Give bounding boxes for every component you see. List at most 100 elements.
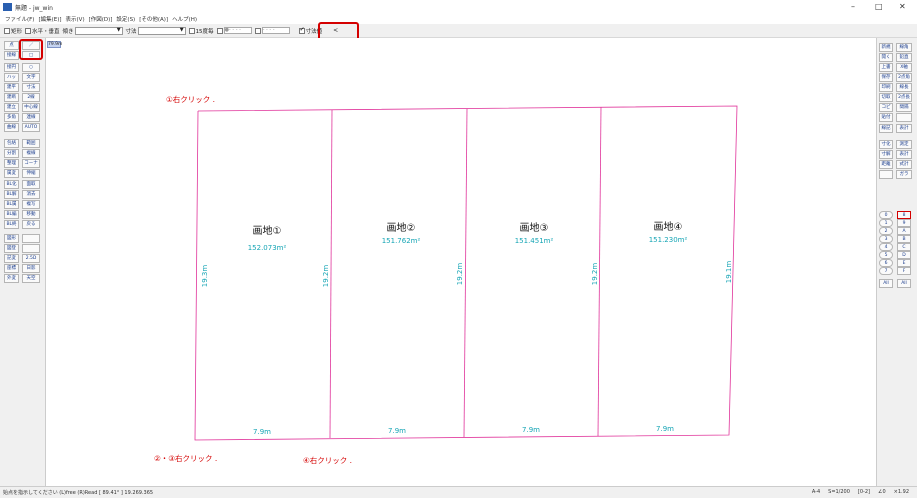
left-tool-6-a[interactable]: 建立 [4,103,19,112]
right-tool-8-a[interactable]: 線記 [879,124,893,133]
rect-checkbox[interactable] [4,27,10,34]
right-tool-12-a[interactable] [879,170,893,179]
left-tool-16-b[interactable]: 移動 [22,210,40,219]
left-tool-13-b[interactable]: 面取 [22,180,40,189]
right-tool-2-a[interactable]: 上書 [879,63,893,72]
layer-5[interactable]: D [897,251,911,259]
tilt-combo[interactable] [74,26,123,35]
right-tool-11-a[interactable]: 距離 [879,160,893,169]
left-tool-19-a[interactable]: 図登 [4,244,19,253]
left-tool-6-b[interactable]: 中心線 [22,103,40,112]
layer-group-0[interactable]: 0 [879,211,893,219]
layer-3[interactable]: B [897,235,911,243]
left-tool-2-a[interactable]: 接円 [4,63,19,72]
right-tool-2-b[interactable]: X軸 [896,63,912,72]
menu-view[interactable]: 表示(V) [66,15,85,23]
left-tool-1-a[interactable]: 接線 [4,51,19,60]
layer-group-5[interactable]: 5 [879,251,893,259]
line-style-checkbox[interactable] [216,27,223,34]
left-tool-3-a[interactable]: ハッチ [4,73,19,82]
drawing-canvas[interactable]: 79.9m 画地① 画地② 画地③ 画地④ 152.073m² 151.762m… [47,38,876,486]
left-tool-12-a[interactable]: 属変 [4,169,19,178]
left-tool-5-a[interactable]: 建断 [4,93,19,102]
minimize-icon[interactable]: – [851,2,855,11]
right-tool-6-b[interactable]: 間隔 [896,103,912,112]
menu-draw[interactable]: [作図(D)] [89,15,113,23]
right-tool-7-a[interactable]: 貼付 [879,113,893,122]
line-style2-checkbox[interactable] [254,27,261,34]
angle15-option[interactable]: 15度毎 [188,27,214,35]
status-zoom[interactable]: ×1.92 [894,489,909,495]
left-tool-3-b[interactable]: 文字 [22,73,40,82]
left-tool-9-a[interactable]: 包絡 [4,139,19,148]
close-icon[interactable]: ✕ [899,2,906,11]
right-tool-7-b[interactable] [896,113,912,122]
left-tool-13-a[interactable]: BL化 [4,180,19,189]
left-tool-7-a[interactable]: 多角 [4,113,19,122]
left-tool-22-a[interactable]: 外変 [4,274,19,283]
left-tool-17-b[interactable]: 戻る [22,220,40,229]
left-tool-10-a[interactable]: 分割 [4,149,19,158]
layer-group-3[interactable]: 3 [879,235,893,243]
menu-edit[interactable]: [編集(E)] [38,15,61,23]
left-tool-10-b[interactable]: 複線 [22,149,40,158]
left-tool-18-a[interactable]: 図形 [4,234,19,243]
right-tool-3-a[interactable]: 保存 [879,73,893,82]
left-tool-21-b[interactable]: 日影 [22,264,40,273]
left-tool-2-b[interactable]: ○ [22,63,40,72]
right-tool-10-a[interactable]: 寸解 [879,150,893,159]
menu-other[interactable]: [その他(A)] [139,15,168,23]
angle15-checkbox[interactable] [188,27,195,34]
left-tool-11-b[interactable]: コーナー [22,159,40,168]
right-tool-11-b[interactable]: 式計 [896,160,912,169]
right-tool-5-a[interactable]: 切取 [879,93,893,102]
layer-0[interactable]: 8 [897,211,911,219]
right-tool-1-b[interactable]: 鉛直 [896,53,912,62]
line-style2-preview[interactable]: - - - - [261,27,290,34]
dim-combo[interactable] [137,26,186,35]
left-tool-15-a[interactable]: BL属 [4,200,19,209]
left-tool-9-b[interactable]: 範囲 [22,139,40,148]
left-tool-20-b[interactable]: 2.5D [22,254,40,263]
menu-file[interactable]: ファイル(F) [5,15,34,23]
right-tool-4-a[interactable]: 印刷 [879,83,893,92]
hv-checkbox[interactable] [25,27,32,34]
right-tool-1-a[interactable]: 開く [879,53,893,62]
status-layer[interactable]: [0-2] [858,489,870,495]
left-tool-5-b[interactable]: 2線 [22,93,40,102]
line-style2-option[interactable]: - - - - [254,27,290,34]
right-tool-0-a[interactable]: 新規 [879,43,893,52]
right-tool-3-b[interactable]: 2点角 [896,73,912,82]
left-tool-21-a[interactable]: 座標 [4,264,19,273]
line-style-preview[interactable]: ●- - - - [223,27,252,34]
menu-help[interactable]: ヘルプ(H) [172,15,197,23]
layer-all-button[interactable]: All [897,279,911,288]
left-tool-4-a[interactable]: 建平 [4,83,19,92]
right-tool-10-b[interactable]: 表計 [896,150,912,159]
right-tool-5-b[interactable]: 2点長 [896,93,912,102]
hv-option[interactable]: 水平・垂直 [25,27,60,35]
left-tool-4-b[interactable]: 寸法 [22,83,40,92]
left-tool-15-b[interactable]: 複写 [22,200,40,209]
dim-value-checkbox[interactable] [298,26,305,34]
status-angle[interactable]: ∠0 [878,489,886,495]
left-tool-20-a[interactable]: 記変 [4,254,19,263]
left-tool-18-b[interactable] [22,234,40,243]
layer-group-2[interactable]: 2 [879,227,893,235]
layer-4[interactable]: C [897,243,911,251]
menu-settings[interactable]: 設定(S) [116,15,135,23]
line-style-option[interactable]: ●- - - - [216,27,252,34]
right-tool-12-b[interactable]: ガラ [896,170,912,179]
right-tool-9-b[interactable]: 測定 [896,140,912,149]
maximize-icon[interactable]: □ [875,2,883,11]
layer-group-1[interactable]: 1 [879,219,893,227]
drawing-svg[interactable]: 画地① 画地② 画地③ 画地④ 152.073m² 151.762m² 151.… [47,38,876,486]
left-tool-8-b[interactable]: AUTO [22,123,40,132]
layer-group-4[interactable]: 4 [879,243,893,251]
left-tool-14-b[interactable]: 消去 [22,190,40,199]
left-tool-8-a[interactable]: 曲線 [4,123,19,132]
left-tool-19-b[interactable] [22,244,40,253]
left-tool-7-b[interactable]: 連線 [22,113,40,122]
status-paper[interactable]: A-4 [812,489,820,495]
right-tool-0-b[interactable]: 線角 [896,43,912,52]
